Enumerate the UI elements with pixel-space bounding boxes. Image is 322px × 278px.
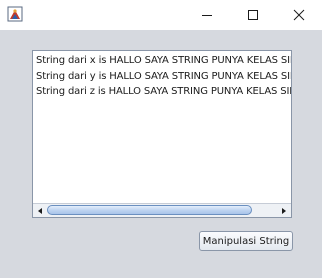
app-window: String dari x is HALLO SAYA STRING PUNYA… bbox=[0, 0, 322, 278]
output-line: String dari y is HALLO SAYA STRING PUNYA… bbox=[36, 70, 291, 82]
minimize-button[interactable] bbox=[184, 0, 230, 30]
minimize-icon bbox=[201, 6, 213, 25]
title-bar bbox=[0, 0, 322, 30]
output-text-content[interactable]: String dari x is HALLO SAYA STRING PUNYA… bbox=[33, 51, 291, 203]
maximize-icon bbox=[247, 6, 259, 25]
output-line: String dari x is HALLO SAYA STRING PUNYA… bbox=[36, 55, 291, 66]
scroll-left-arrow-icon[interactable] bbox=[33, 204, 47, 217]
close-icon bbox=[293, 6, 305, 25]
java-app-icon bbox=[7, 6, 23, 22]
output-text-area[interactable]: String dari x is HALLO SAYA STRING PUNYA… bbox=[32, 50, 292, 218]
maximize-button[interactable] bbox=[230, 0, 276, 30]
output-line: String dari z is HALLO SAYA STRING PUNYA… bbox=[36, 86, 291, 97]
horizontal-scrollbar[interactable] bbox=[33, 203, 291, 217]
scroll-right-arrow-icon[interactable] bbox=[277, 204, 291, 217]
close-button[interactable] bbox=[276, 0, 322, 30]
manipulasi-string-button[interactable]: Manipulasi String bbox=[199, 231, 293, 251]
scroll-thumb[interactable] bbox=[47, 205, 252, 215]
